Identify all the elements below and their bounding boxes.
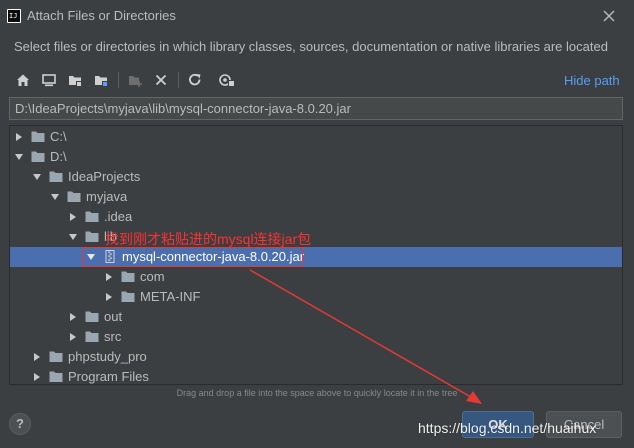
expand-arrow-right-icon[interactable] xyxy=(32,372,42,382)
folder-icon xyxy=(49,371,63,382)
tree-item-label: .idea xyxy=(104,209,133,224)
tree-item-label: src xyxy=(104,329,122,344)
expand-arrow-right-icon[interactable] xyxy=(104,272,114,282)
home-icon xyxy=(17,74,29,86)
drop-hint-text: Drag and drop a file into the space abov… xyxy=(176,388,458,398)
expand-arrow-down-icon[interactable] xyxy=(68,232,78,242)
intellij-app-icon: IJ xyxy=(7,9,21,23)
new-folder-icon xyxy=(129,76,142,87)
tree-row[interactable]: myjava xyxy=(10,187,622,207)
folder-icon xyxy=(121,271,135,282)
dialog-description: Select files or directories in which lib… xyxy=(14,39,608,54)
expand-arrow-right-icon[interactable] xyxy=(32,352,42,362)
tree-row[interactable]: META-INF xyxy=(10,287,622,307)
expand-arrow-right-icon[interactable] xyxy=(68,312,78,322)
tree-item-label: myjava xyxy=(86,189,128,204)
folder-icon xyxy=(121,291,135,302)
module-folder-icon xyxy=(95,76,108,87)
tree-row[interactable]: src xyxy=(10,327,622,347)
folder-icon xyxy=(85,231,99,242)
folder-icon xyxy=(49,351,63,362)
folder-icon xyxy=(85,311,99,322)
annotation-highlight-box xyxy=(82,247,303,267)
module-folder-button[interactable] xyxy=(90,68,112,92)
tree-row[interactable]: out xyxy=(10,307,622,327)
delete-icon xyxy=(155,74,167,86)
folder-icon xyxy=(31,131,45,142)
folder-icon xyxy=(85,331,99,342)
toolbar-separator xyxy=(178,72,179,88)
tree-item-label: C:\ xyxy=(50,129,67,144)
folder-icon xyxy=(49,171,63,182)
watermark-text: https://blog.csdn.net/huaihux xyxy=(418,420,597,436)
delete-button[interactable] xyxy=(150,68,172,92)
tree-row[interactable]: .idea xyxy=(10,207,622,227)
folder-icon xyxy=(67,191,81,202)
show-hidden-files-button[interactable] xyxy=(216,68,238,92)
refresh-button[interactable] xyxy=(184,68,206,92)
home-button[interactable] xyxy=(12,68,34,92)
hide-path-link[interactable]: Hide path xyxy=(564,73,620,88)
tree-item-label: IdeaProjects xyxy=(68,169,141,184)
tree-row[interactable]: com xyxy=(10,267,622,287)
tree-row[interactable]: lib xyxy=(10,227,622,247)
tree-item-label: D:\ xyxy=(50,149,67,164)
window-title: Attach Files or Directories xyxy=(27,8,176,23)
expand-arrow-right-icon[interactable] xyxy=(68,212,78,222)
refresh-icon xyxy=(189,73,201,86)
new-folder-button[interactable] xyxy=(124,68,146,92)
expand-arrow-right-icon[interactable] xyxy=(14,132,24,142)
tree-item-label: Program Files xyxy=(68,369,149,384)
annotation-text: 找到刚才粘贴进的mysql连接jar包 xyxy=(105,231,312,247)
folder-icon xyxy=(85,211,99,222)
project-folder-button[interactable] xyxy=(64,68,86,92)
tree-row[interactable]: phpstudy_pro xyxy=(10,347,622,367)
tree-row[interactable]: IdeaProjects xyxy=(10,167,622,187)
toolbar xyxy=(10,68,310,92)
expand-arrow-right-icon[interactable] xyxy=(68,332,78,342)
desktop-button[interactable] xyxy=(38,68,60,92)
folder-icon xyxy=(31,151,45,162)
project-folder-icon xyxy=(69,76,82,87)
tree-item-label: com xyxy=(140,269,165,284)
expand-arrow-right-icon[interactable] xyxy=(104,292,114,302)
tree-item-label: META-INF xyxy=(140,289,201,304)
tree-item-label: phpstudy_pro xyxy=(68,349,147,364)
path-input[interactable]: D:\IdeaProjects\myjava\lib\mysql-connect… xyxy=(9,97,623,120)
help-button[interactable]: ? xyxy=(9,413,31,435)
expand-arrow-down-icon[interactable] xyxy=(50,192,60,202)
toolbar-separator xyxy=(118,72,119,88)
close-button[interactable] xyxy=(596,4,622,28)
desktop-icon xyxy=(42,74,56,87)
tree-item-label: out xyxy=(104,309,123,324)
close-icon xyxy=(603,10,615,22)
tree-row[interactable]: C:\ xyxy=(10,127,622,147)
tree-row[interactable]: D:\ xyxy=(10,147,622,167)
show-hidden-icon xyxy=(219,74,235,87)
expand-arrow-down-icon[interactable] xyxy=(32,172,42,182)
expand-arrow-down-icon[interactable] xyxy=(14,152,24,162)
tree-row[interactable]: Program Files xyxy=(10,367,622,384)
